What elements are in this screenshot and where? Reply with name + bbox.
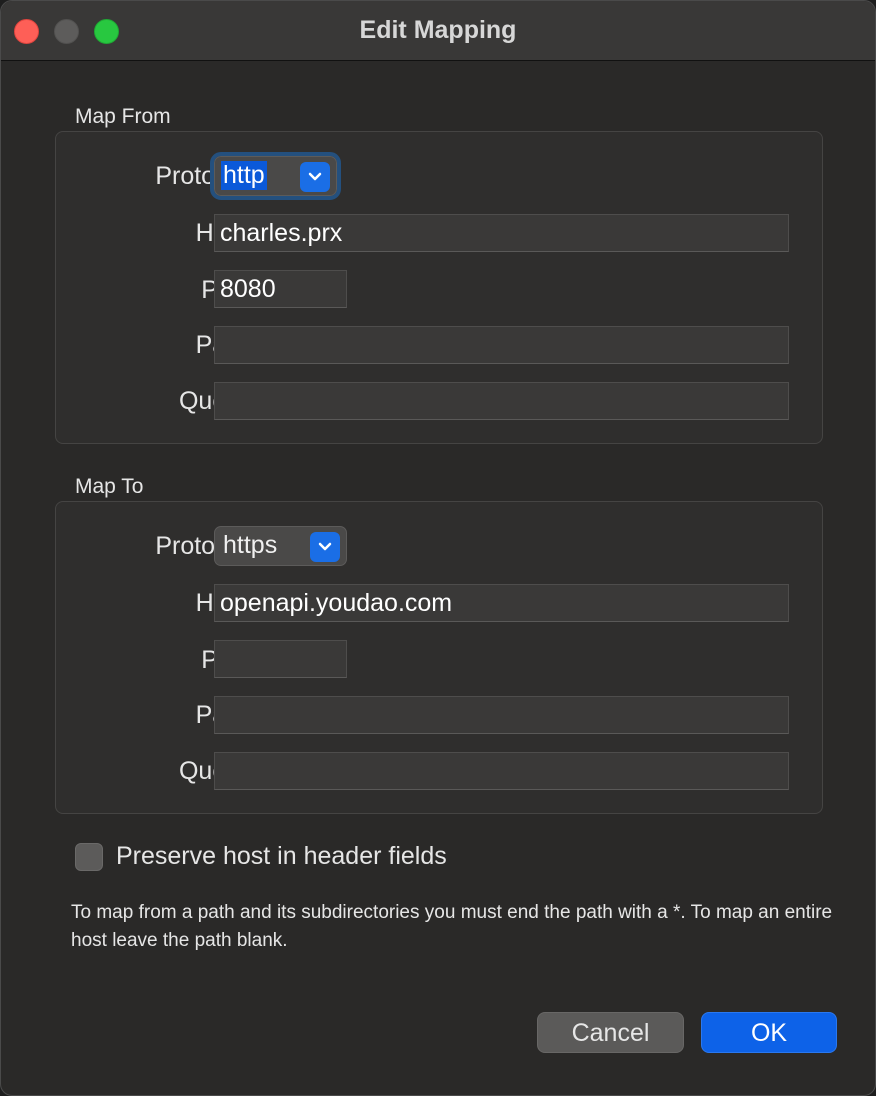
map-from-title: Map From <box>75 105 171 128</box>
map-from-path-field[interactable] <box>214 326 789 364</box>
help-text: To map from a path and its subdirectorie… <box>71 902 833 951</box>
map-from-port-field[interactable]: 8080 <box>214 270 347 308</box>
ok-button[interactable]: OK <box>701 1012 837 1053</box>
map-from-protocol-select[interactable]: http <box>210 152 341 200</box>
map-from-query-field[interactable] <box>214 382 789 420</box>
edit-mapping-window: Edit Mapping Map From Protocol: http Hos… <box>0 0 876 1096</box>
chevron-down-icon <box>300 162 330 192</box>
map-to-path-field[interactable] <box>214 696 789 734</box>
map-to-title: Map To <box>75 475 144 498</box>
map-to-query-field[interactable] <box>214 752 789 790</box>
preserve-host-label[interactable]: Preserve host in header fields <box>116 842 447 871</box>
preserve-host-checkbox[interactable] <box>75 843 103 871</box>
title-bar[interactable]: Edit Mapping <box>1 1 875 61</box>
map-from-protocol-value: http <box>221 161 267 190</box>
chevron-down-icon <box>310 532 340 562</box>
map-to-port-field[interactable] <box>214 640 347 678</box>
map-to-host-field[interactable]: openapi.youdao.com <box>214 584 789 622</box>
cancel-button[interactable]: Cancel <box>537 1012 684 1053</box>
map-to-protocol-select[interactable]: https <box>214 526 347 566</box>
window-title: Edit Mapping <box>359 16 517 44</box>
map-to-protocol-value: https <box>223 531 278 559</box>
map-from-host-field[interactable]: charles.prx <box>214 214 789 252</box>
map-to-group: Protocol: https Host: openapi.youdao.com… <box>55 501 823 814</box>
map-from-group: Protocol: http Host: charles.prx Port: 8… <box>55 131 823 444</box>
